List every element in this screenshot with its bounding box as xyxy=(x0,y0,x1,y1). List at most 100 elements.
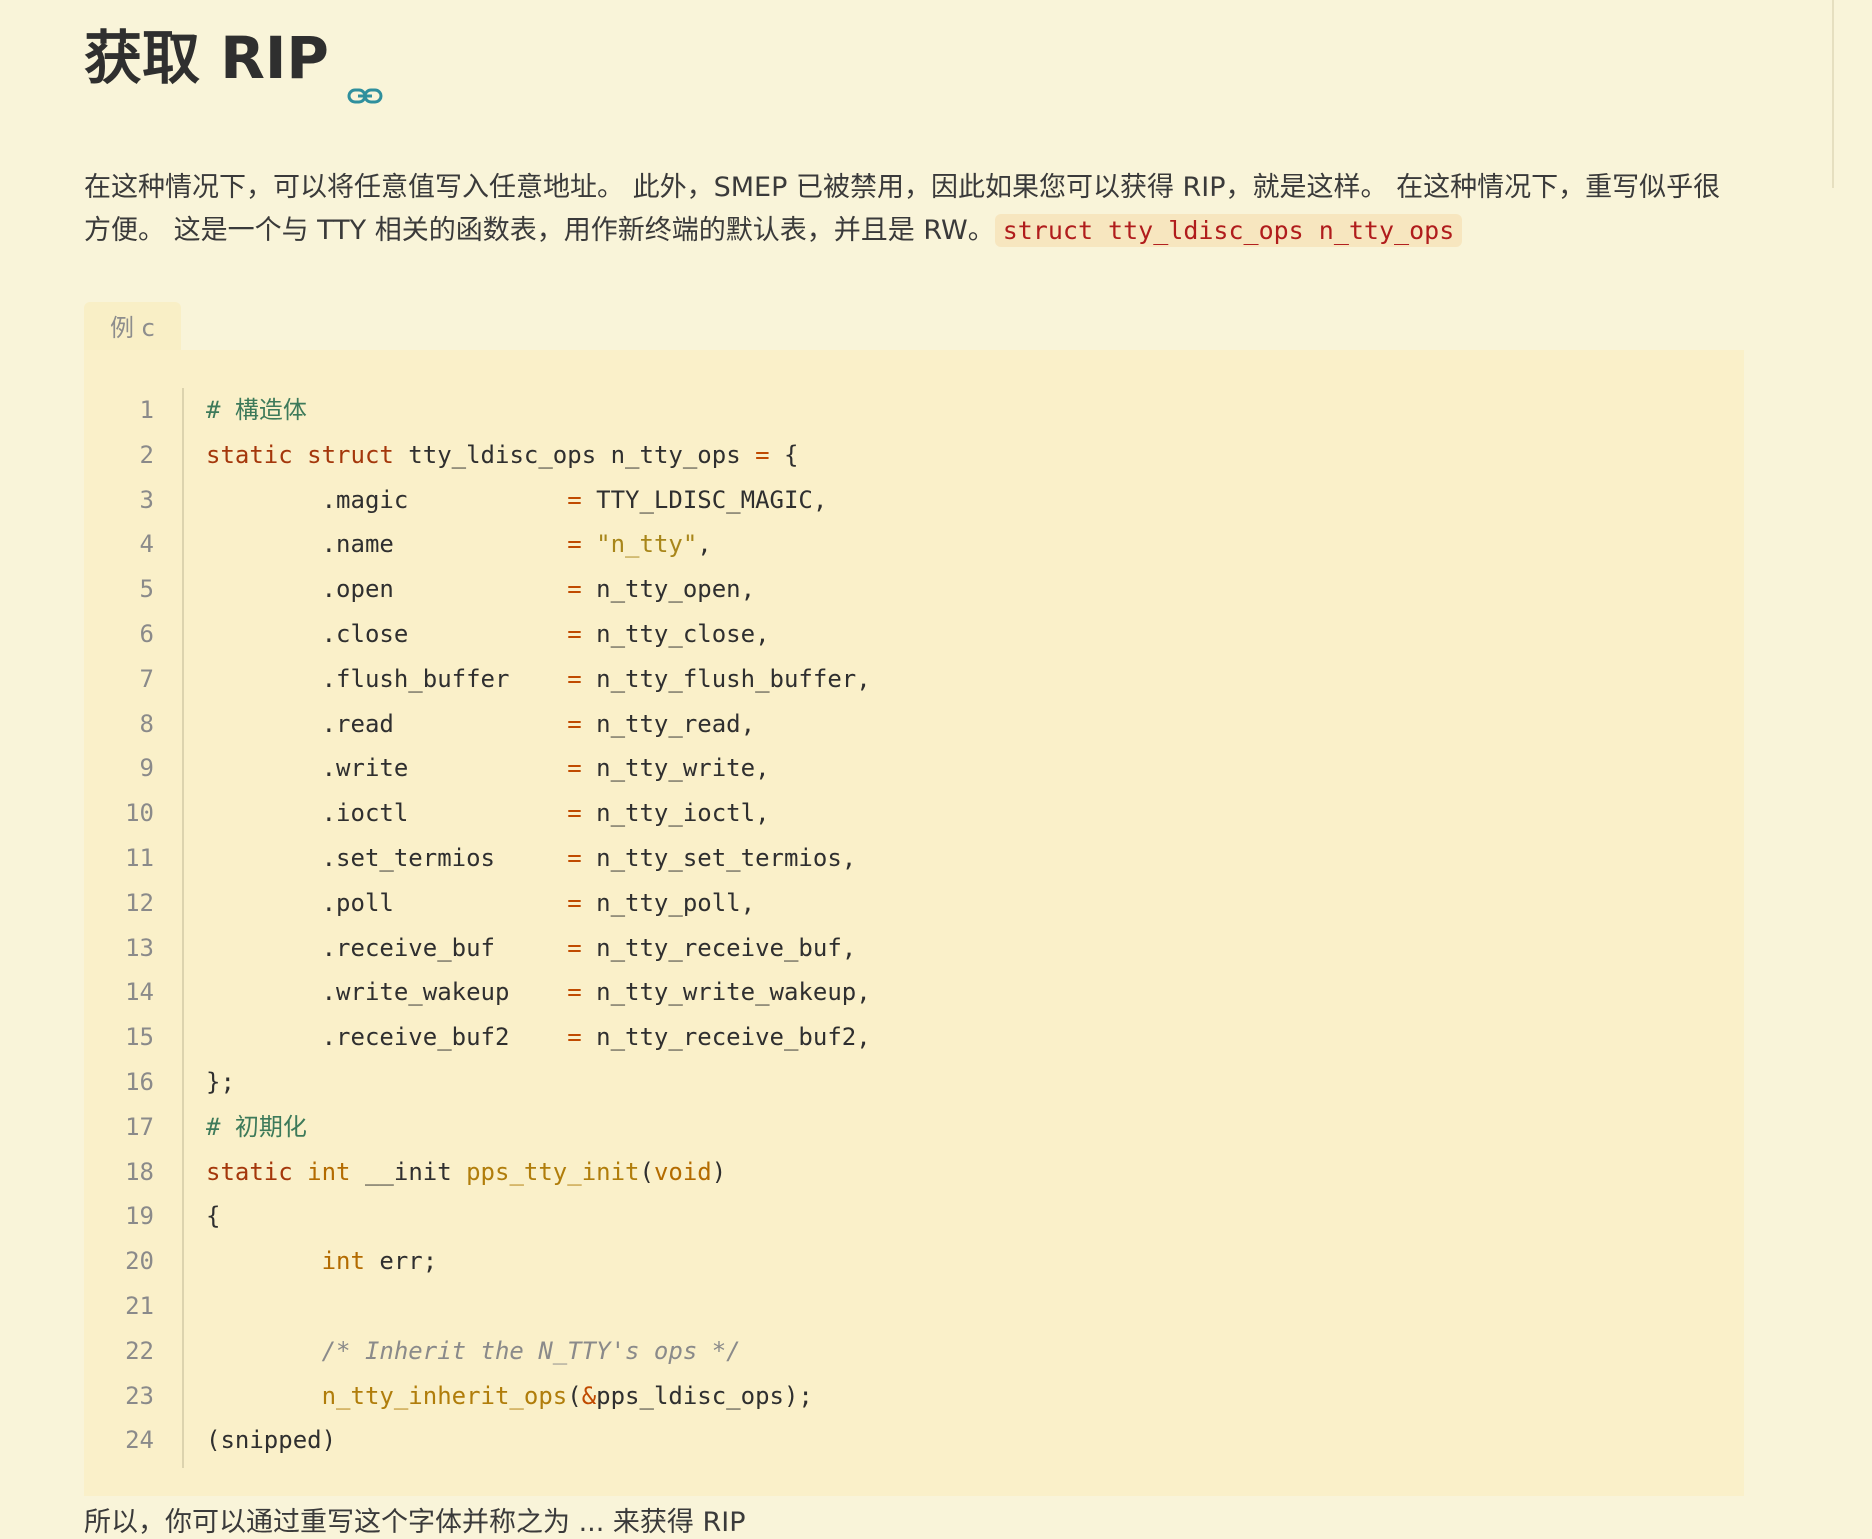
code-line: 12 .poll = n_tty_poll, xyxy=(84,881,1744,926)
code-value: n_tty_set_termios, xyxy=(581,843,857,872)
keyword: static xyxy=(206,440,293,469)
line-number: 3 xyxy=(139,485,154,514)
type-keyword: int xyxy=(307,1157,351,1186)
line-number: 24 xyxy=(125,1426,154,1455)
next-paragraph-partial: 所以，你可以通过重写这个字体并称之为 ... 来获得 RIP xyxy=(84,1507,746,1538)
code-value: n_tty_poll, xyxy=(581,888,756,917)
keyword: static xyxy=(206,1157,293,1186)
operator: = xyxy=(567,843,582,872)
function-name: n_tty_inherit_ops xyxy=(321,1381,568,1410)
code-text: }; xyxy=(206,1067,235,1096)
code-line: 16 }; xyxy=(84,1060,1744,1105)
code-value: n_tty_write, xyxy=(581,754,770,783)
keyword: struct xyxy=(307,440,394,469)
operator: & xyxy=(581,1381,597,1410)
code-line: 24 (snipped) xyxy=(84,1418,1744,1463)
line-number: 7 xyxy=(139,664,154,693)
line-number: 21 xyxy=(125,1291,154,1320)
code-line: 3 .magic = TTY_LDISC_MAGIC, xyxy=(84,478,1744,523)
code-line: 9 .write = n_tty_write, xyxy=(84,746,1744,791)
code-text: tty_ldisc_ops n_tty_ops xyxy=(393,440,756,469)
code-line: 22 /* Inherit the N_TTY's ops */ xyxy=(84,1329,1744,1374)
operator: = xyxy=(567,799,582,828)
line-number: 5 xyxy=(139,575,154,604)
line-number: 19 xyxy=(125,1202,154,1231)
code-text: err; xyxy=(364,1247,438,1276)
line-number: 14 xyxy=(125,978,154,1007)
body-paragraph: 在这种情况下，可以将任意值写入任意地址。 此外，SMEP 已被禁用，因此如果您可… xyxy=(84,166,1744,252)
article-content: 获取 RIP 在这种情况下，可以将任意值写入任意地址。 此外，SMEP 已被禁用… xyxy=(84,0,1744,252)
line-number: 1 xyxy=(139,396,154,424)
code-field: .receive_buf2 xyxy=(206,1023,568,1052)
operator: = xyxy=(567,709,582,738)
operator: = xyxy=(567,933,582,962)
operator: = xyxy=(567,575,582,604)
code-field: .poll xyxy=(206,888,568,917)
code-line: 19 { xyxy=(84,1194,1744,1239)
line-number: 2 xyxy=(139,440,154,469)
operator: = xyxy=(567,978,582,1007)
inline-code: struct tty_ldisc_ops n_tty_ops xyxy=(994,214,1463,247)
code-lines: 1 # 構造体 2 static struct tty_ldisc_ops n_… xyxy=(84,388,1744,1463)
line-number: 17 xyxy=(125,1112,154,1141)
code-field: .open xyxy=(206,575,568,604)
code-line: 2 static struct tty_ldisc_ops n_tty_ops … xyxy=(84,433,1744,478)
code-language-tab[interactable]: 例 c xyxy=(84,302,181,350)
code-line: 21 xyxy=(84,1284,1744,1329)
operator: = xyxy=(567,1023,582,1052)
code-line: 14 .write_wakeup = n_tty_write_wakeup, xyxy=(84,970,1744,1015)
code-field: .flush_buffer xyxy=(206,664,568,693)
code-comment: # 初期化 xyxy=(206,1112,307,1141)
code-line: 17 # 初期化 xyxy=(84,1105,1744,1150)
code-value: n_tty_ioctl, xyxy=(581,799,770,828)
operator: = xyxy=(567,754,582,783)
line-number: 13 xyxy=(125,933,154,962)
code-line: 4 .name = "n_tty", xyxy=(84,522,1744,567)
type-keyword: void xyxy=(653,1157,712,1186)
code-comment: # 構造体 xyxy=(206,396,307,424)
code-field: .write_wakeup xyxy=(206,978,568,1007)
line-number: 9 xyxy=(139,754,154,783)
code-value: n_tty_close, xyxy=(581,619,770,648)
link-icon[interactable] xyxy=(347,52,383,104)
code-field: .read xyxy=(206,709,568,738)
line-number: 16 xyxy=(125,1067,154,1096)
section-heading-text: 获取 RIP xyxy=(84,24,329,92)
code-line: 6 .close = n_tty_close, xyxy=(84,612,1744,657)
code-line: 13 .receive_buf = n_tty_receive_buf, xyxy=(84,926,1744,971)
code-field: .receive_buf xyxy=(206,933,568,962)
code-field: .magic xyxy=(206,485,568,514)
code-value: TTY_LDISC_MAGIC, xyxy=(581,485,828,514)
line-number: 11 xyxy=(125,843,154,872)
line-number: 18 xyxy=(125,1157,154,1186)
operator: = xyxy=(567,664,582,693)
paragraph-text: 在这种情况下，可以将任意值写入任意地址。 此外，SMEP 已被禁用，因此如果您可… xyxy=(84,172,1721,246)
code-value: n_tty_receive_buf2, xyxy=(581,1023,871,1052)
function-name: pps_tty_init xyxy=(466,1157,640,1186)
code-line: 20 int err; xyxy=(84,1239,1744,1284)
line-number: 20 xyxy=(125,1247,154,1276)
section-heading: 获取 RIP xyxy=(84,0,1744,104)
line-number: 8 xyxy=(139,709,154,738)
line-number: 10 xyxy=(125,799,154,828)
code-line: 5 .open = n_tty_open, xyxy=(84,567,1744,612)
line-number: 6 xyxy=(139,619,154,648)
code-text: (snipped) xyxy=(206,1426,337,1455)
line-number: 22 xyxy=(125,1336,154,1365)
code-field: .write xyxy=(206,754,568,783)
code-value: n_tty_receive_buf, xyxy=(581,933,857,962)
code-text: ) xyxy=(711,1157,727,1186)
code-value: n_tty_flush_buffer, xyxy=(581,664,871,693)
operator: = xyxy=(567,530,582,559)
code-line: 23 n_tty_inherit_ops(&pps_ldisc_ops); xyxy=(84,1374,1744,1419)
line-number: 15 xyxy=(125,1023,154,1052)
code-field: .close xyxy=(206,619,568,648)
code-line: 10 .ioctl = n_tty_ioctl, xyxy=(84,791,1744,836)
operator: = xyxy=(567,485,582,514)
code-line: 1 # 構造体 xyxy=(84,388,1744,433)
operator: = xyxy=(755,440,770,469)
code-text: , xyxy=(697,530,712,559)
line-number: 23 xyxy=(125,1381,154,1410)
